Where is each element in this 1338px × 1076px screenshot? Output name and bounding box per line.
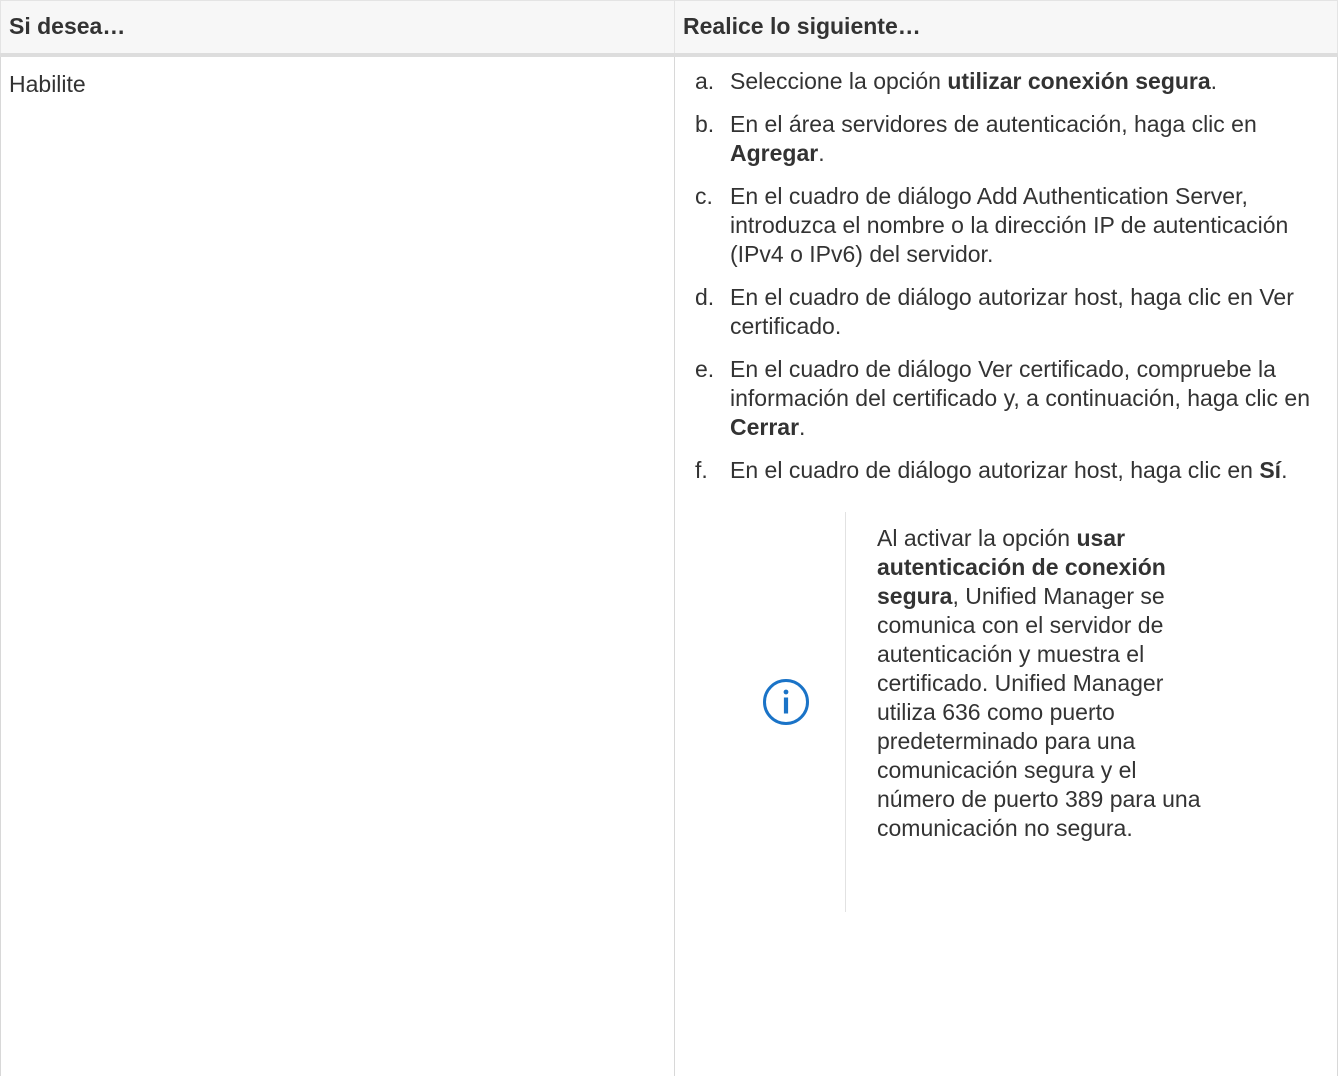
table-row: Habilite a. Seleccione la opción utiliza… — [0, 54, 1338, 1076]
step-bold: Agregar — [730, 139, 819, 166]
step-marker: d. — [695, 283, 715, 310]
step-text: En el cuadro de diálogo autorizar host, … — [730, 283, 1294, 339]
step-text: En el cuadro de diálogo Add Authenticati… — [730, 182, 1289, 267]
list-item: d. En el cuadro de diálogo autorizar hos… — [675, 283, 1337, 341]
step-marker: a. — [695, 67, 715, 94]
table-header-row: Si desea… Realice lo siguiente… — [0, 0, 1338, 57]
note-text-pre: Al activar la opción — [877, 524, 1077, 551]
note-divider — [845, 511, 846, 912]
list-item: f. En el cuadro de diálogo autorizar hos… — [675, 456, 1337, 485]
row-steps-cell: a. Seleccione la opción utilizar conexió… — [674, 54, 1338, 1076]
note-text: Al activar la opción usar autenticación … — [877, 524, 1217, 843]
list-item: e. En el cuadro de diálogo Ver certifica… — [675, 355, 1337, 442]
step-marker: f. — [695, 456, 708, 483]
list-item: a. Seleccione la opción utilizar conexió… — [675, 67, 1337, 96]
step-text: En el cuadro de diálogo Ver certificado,… — [730, 355, 1311, 411]
note-text-post: , Unified Manager se comunica con el ser… — [877, 582, 1201, 841]
info-circle-icon — [761, 677, 811, 727]
step-text: Seleccione la opción — [730, 67, 948, 94]
step-bold: utilizar conexión segura — [947, 67, 1211, 94]
step-marker: e. — [695, 355, 715, 382]
step-marker: b. — [695, 110, 715, 137]
step-marker: c. — [695, 182, 713, 209]
step-bold: Cerrar — [730, 413, 800, 440]
step-text: En el área servidores de autenticación, … — [730, 110, 1257, 137]
step-text-end: . — [799, 413, 806, 440]
step-text: En el cuadro de diálogo autorizar host, … — [730, 456, 1260, 483]
list-item: b. En el área servidores de autenticació… — [675, 110, 1337, 168]
info-note: Al activar la opción usar autenticación … — [675, 511, 1337, 912]
step-text-end: . — [1281, 456, 1288, 483]
step-bold: Sí — [1259, 456, 1282, 483]
row-option-cell: Habilite — [0, 54, 675, 1076]
header-si-desea: Si desea… — [0, 0, 675, 57]
steps-list: a. Seleccione la opción utilizar conexió… — [675, 67, 1337, 485]
options-table: Si desea… Realice lo siguiente… Habilite… — [0, 0, 1338, 1076]
step-text-end: . — [818, 139, 825, 166]
list-item: c. En el cuadro de diálogo Add Authentic… — [675, 182, 1337, 269]
header-realice: Realice lo siguiente… — [674, 0, 1338, 57]
step-text-end: . — [1210, 67, 1218, 94]
